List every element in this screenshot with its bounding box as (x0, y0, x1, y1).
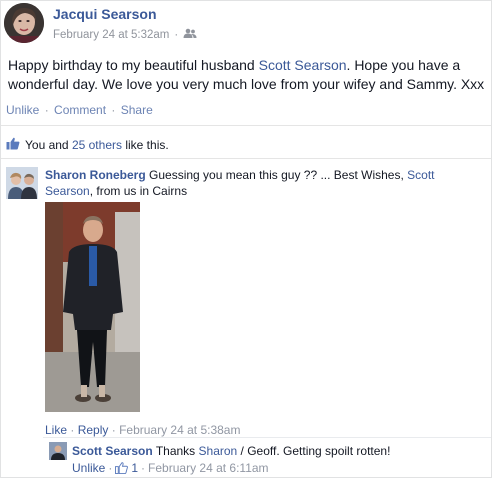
author-avatar[interactable] (4, 3, 44, 43)
action-separator: · (111, 103, 116, 117)
reply-divider (43, 437, 491, 438)
reply-author-name[interactable]: Scott Searson (72, 444, 153, 458)
comment-timestamp[interactable]: February 24 at 5:38am (119, 423, 240, 437)
comment-link[interactable]: Comment (54, 103, 106, 117)
reply-tagged-link[interactable]: Sharon (199, 444, 238, 458)
post-timestamp[interactable]: February 24 at 5:32am (53, 29, 169, 41)
reply-text-before: Thanks (152, 444, 199, 458)
post-text-before: Happy birthday to my beautiful husband (8, 57, 259, 73)
commenter-avatar[interactable] (6, 167, 38, 199)
post-author-name[interactable]: Jacqui Searson (53, 6, 157, 22)
unlike-link[interactable]: Unlike (6, 103, 39, 117)
action-separator: · (108, 461, 113, 475)
reply-text-after: / Geoff. Getting spoilt rotten! (237, 444, 391, 458)
meta-separator: · (174, 28, 179, 41)
comment-like-link[interactable]: Like (45, 423, 67, 437)
divider (1, 125, 491, 126)
reply-like-count[interactable]: 1 (131, 461, 138, 475)
action-separator: · (44, 103, 49, 117)
comment-text-after: , from us in Cairns (89, 184, 188, 198)
likes-summary: You and 25 others like this. (6, 137, 169, 153)
action-separator: · (111, 423, 116, 437)
reply-body: Scott Searson Thanks Sharon / Geoff. Get… (72, 444, 390, 458)
share-link[interactable]: Share (121, 103, 153, 117)
likes-others-link[interactable]: 25 others (72, 138, 122, 152)
post-actions: Unlike · Comment · Share (6, 103, 153, 117)
tagged-person-link[interactable]: Scott Searson (259, 57, 347, 73)
post-message: Happy birthday to my beautiful husband S… (8, 56, 488, 94)
comment-text-before: Guessing you mean this guy ?? ... Best W… (145, 168, 408, 182)
divider (1, 158, 491, 159)
comment-photo[interactable] (45, 202, 140, 412)
comment-reply-link[interactable]: Reply (78, 423, 109, 437)
reply-unlike-link[interactable]: Unlike (72, 461, 105, 475)
thumbs-up-icon (6, 137, 20, 153)
thumbs-up-icon (115, 462, 129, 474)
friends-icon[interactable] (183, 28, 197, 41)
reply-actions: Unlike · 1 · February 24 at 6:11am (72, 461, 269, 475)
comment-actions: Like · Reply · February 24 at 5:38am (45, 423, 240, 437)
post-meta: February 24 at 5:32am · (53, 28, 197, 41)
comment-body: Sharon Roneberg Guessing you mean this g… (45, 167, 445, 199)
commenter-name[interactable]: Sharon Roneberg (45, 168, 146, 182)
post-card: Jacqui Searson February 24 at 5:32am · H… (0, 0, 492, 478)
likes-suffix: like this. (125, 138, 169, 152)
likes-you-and: You and (25, 138, 69, 152)
reply-timestamp[interactable]: February 24 at 6:11am (148, 461, 269, 475)
action-separator: · (70, 423, 75, 437)
action-separator: · (141, 461, 146, 475)
reply-author-avatar[interactable] (49, 442, 67, 460)
